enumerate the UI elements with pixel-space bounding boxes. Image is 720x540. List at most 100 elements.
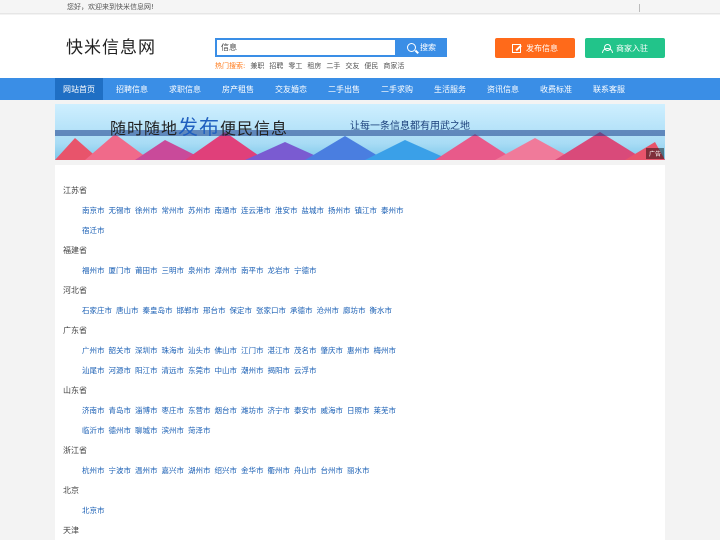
hot-search-term[interactable]: 租房: [307, 61, 321, 71]
city-link[interactable]: 三明市: [162, 265, 185, 276]
city-link[interactable]: 日照市: [347, 405, 370, 416]
city-link[interactable]: 厦门市: [109, 265, 132, 276]
city-link[interactable]: 汕头市: [188, 345, 211, 356]
city-link[interactable]: 东营市: [188, 405, 211, 416]
city-link[interactable]: 泰安市: [294, 405, 317, 416]
city-link[interactable]: 揭阳市: [268, 365, 291, 376]
hot-search-term[interactable]: 兼职: [250, 61, 264, 71]
city-link[interactable]: 温州市: [135, 465, 158, 476]
city-link[interactable]: 石家庄市: [82, 305, 112, 316]
banner-ad[interactable]: 随时随地发布便民信息 让每一条信息都有用武之地 广告: [55, 104, 665, 160]
city-link[interactable]: 肇庆市: [321, 345, 344, 356]
city-link[interactable]: 菏泽市: [188, 425, 211, 436]
hot-search-term[interactable]: 零工: [288, 61, 302, 71]
city-link[interactable]: 淄博市: [135, 405, 158, 416]
city-link[interactable]: 连云港市: [241, 205, 271, 216]
city-link[interactable]: 保定市: [230, 305, 253, 316]
city-link[interactable]: 南京市: [82, 205, 105, 216]
city-link[interactable]: 烟台市: [215, 405, 238, 416]
city-link[interactable]: 常州市: [162, 205, 185, 216]
city-link[interactable]: 衢州市: [268, 465, 291, 476]
city-link[interactable]: 承德市: [290, 305, 313, 316]
city-link[interactable]: 扬州市: [328, 205, 351, 216]
city-link[interactable]: 镇江市: [355, 205, 378, 216]
nav-item[interactable]: 资讯信息: [479, 78, 527, 100]
city-link[interactable]: 珠海市: [162, 345, 185, 356]
city-link[interactable]: 深圳市: [135, 345, 158, 356]
city-link[interactable]: 台州市: [321, 465, 344, 476]
city-link[interactable]: 聊城市: [135, 425, 158, 436]
city-link[interactable]: 秦皇岛市: [143, 305, 173, 316]
merchant-join-button[interactable]: 商家入驻: [585, 38, 665, 58]
nav-item[interactable]: 招聘信息: [108, 78, 156, 100]
nav-item[interactable]: 联系客服: [585, 78, 633, 100]
city-link[interactable]: 济宁市: [268, 405, 291, 416]
nav-item[interactable]: 交友婚恋: [267, 78, 315, 100]
city-link[interactable]: 滨州市: [162, 425, 185, 436]
publish-button[interactable]: 发布信息: [495, 38, 575, 58]
site-logo[interactable]: 快米信息网: [66, 33, 156, 58]
city-link[interactable]: 梅州市: [374, 345, 397, 356]
city-link[interactable]: 枣庄市: [162, 405, 185, 416]
city-link[interactable]: 惠州市: [347, 345, 370, 356]
city-link[interactable]: 邢台市: [203, 305, 226, 316]
city-link[interactable]: 莱芜市: [374, 405, 397, 416]
city-link[interactable]: 青岛市: [109, 405, 132, 416]
city-link[interactable]: 丽水市: [347, 465, 370, 476]
city-link[interactable]: 南通市: [215, 205, 238, 216]
city-link[interactable]: 湛江市: [268, 345, 291, 356]
city-link[interactable]: 泰州市: [381, 205, 404, 216]
nav-item[interactable]: 网站首页: [55, 78, 103, 100]
hot-search-term[interactable]: 便民: [364, 61, 378, 71]
nav-item[interactable]: 二手出售: [320, 78, 368, 100]
search-button[interactable]: 搜索: [396, 38, 447, 57]
city-link[interactable]: 江门市: [241, 345, 264, 356]
hot-search-term[interactable]: 招聘: [269, 61, 283, 71]
city-link[interactable]: 阳江市: [135, 365, 158, 376]
city-link[interactable]: 杭州市: [82, 465, 105, 476]
city-link[interactable]: 徐州市: [135, 205, 158, 216]
city-link[interactable]: 清远市: [162, 365, 185, 376]
city-link[interactable]: 唐山市: [116, 305, 139, 316]
city-link[interactable]: 云浮市: [294, 365, 317, 376]
city-link[interactable]: 龙岩市: [268, 265, 291, 276]
city-link[interactable]: 汕尾市: [82, 365, 105, 376]
nav-item[interactable]: 收费标准: [532, 78, 580, 100]
nav-item[interactable]: 房产租售: [214, 78, 262, 100]
city-link[interactable]: 绍兴市: [215, 465, 238, 476]
city-link[interactable]: 福州市: [82, 265, 105, 276]
city-link[interactable]: 宁德市: [294, 265, 317, 276]
city-link[interactable]: 衡水市: [370, 305, 393, 316]
city-link[interactable]: 淮安市: [275, 205, 298, 216]
city-link[interactable]: 莆田市: [135, 265, 158, 276]
city-link[interactable]: 佛山市: [215, 345, 238, 356]
nav-item[interactable]: 二手求购: [373, 78, 421, 100]
city-link[interactable]: 宁波市: [109, 465, 132, 476]
city-link[interactable]: 南平市: [241, 265, 264, 276]
city-link[interactable]: 潮州市: [241, 365, 264, 376]
hot-search-term[interactable]: 二手: [326, 61, 340, 71]
search-input[interactable]: [215, 38, 397, 57]
city-link[interactable]: 嘉兴市: [162, 465, 185, 476]
city-link[interactable]: 潍坊市: [241, 405, 264, 416]
city-link[interactable]: 盐城市: [302, 205, 325, 216]
city-link[interactable]: 东莞市: [188, 365, 211, 376]
city-link[interactable]: 金华市: [241, 465, 264, 476]
city-link[interactable]: 湖州市: [188, 465, 211, 476]
city-link[interactable]: 北京市: [82, 505, 105, 516]
city-link[interactable]: 中山市: [215, 365, 238, 376]
city-link[interactable]: 沧州市: [317, 305, 340, 316]
nav-item[interactable]: 生活服务: [426, 78, 474, 100]
hot-search-term[interactable]: 交友: [345, 61, 359, 71]
city-link[interactable]: 舟山市: [294, 465, 317, 476]
city-link[interactable]: 德州市: [109, 425, 132, 436]
city-link[interactable]: 张家口市: [256, 305, 286, 316]
city-link[interactable]: 邯郸市: [177, 305, 200, 316]
city-link[interactable]: 河源市: [109, 365, 132, 376]
city-link[interactable]: 茂名市: [294, 345, 317, 356]
city-link[interactable]: 临沂市: [82, 425, 105, 436]
city-link[interactable]: 无锡市: [109, 205, 132, 216]
city-link[interactable]: 廊坊市: [343, 305, 366, 316]
city-link[interactable]: 苏州市: [188, 205, 211, 216]
city-link[interactable]: 漳州市: [215, 265, 238, 276]
